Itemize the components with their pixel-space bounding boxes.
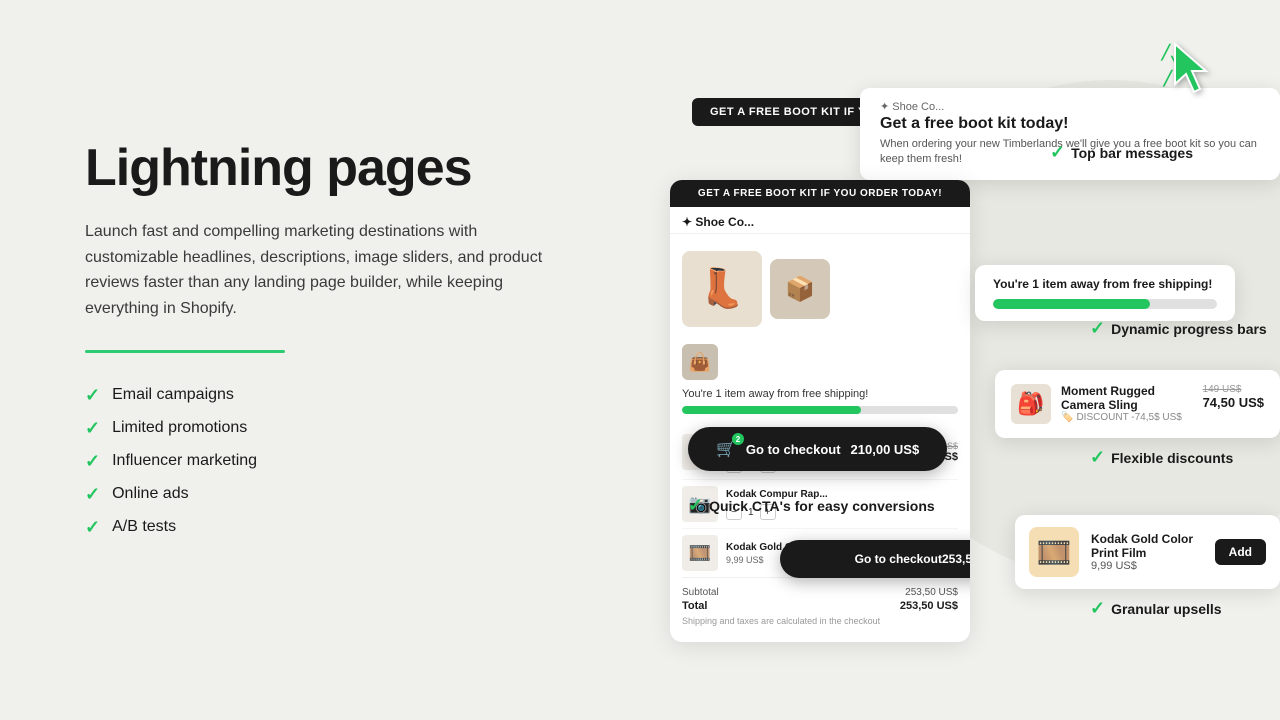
cart-badge: 2	[732, 433, 744, 445]
progress-message: You're 1 item away from free shipping!	[993, 277, 1217, 291]
cart-topbar: GET A FREE BOOT KIT IF YOU ORDER TODAY!	[670, 180, 970, 207]
offer-title: Get a free boot kit today!	[880, 115, 1260, 133]
page-title: Lightning pages	[85, 140, 625, 197]
product-detail-prices: 149 US$ 74,50 US$	[1203, 384, 1264, 410]
upsell-card: 🎞️ Kodak Gold Color Print Film 9,99 US$ …	[1015, 515, 1280, 589]
cart-mockup: GET A FREE BOOT KIT IF YOU ORDER TODAY! …	[670, 180, 970, 642]
cart-progress-bar	[682, 406, 958, 414]
divider	[85, 350, 285, 353]
cart-shipping-message: You're 1 item away from free shipping!	[682, 388, 958, 400]
product-detail-name: Moment Rugged Camera Sling	[1061, 384, 1193, 412]
cart-store-name: ✦ Shoe Co...	[670, 207, 970, 234]
feature-list: ✓ Email campaigns ✓ Limited promotions ✓…	[85, 385, 625, 538]
shipping-note: Shipping and taxes are calculated in the…	[682, 616, 958, 626]
shoe-image-1: 👢	[682, 251, 762, 327]
page-description: Launch fast and compelling marketing des…	[85, 219, 575, 321]
shoe-box-image: 📦	[770, 259, 830, 319]
product-detail-thumbnail: 🎒	[1011, 384, 1051, 424]
product-detail-info: Moment Rugged Camera Sling 🏷️ DISCOUNT -…	[1061, 384, 1193, 423]
floating-checkout-button[interactable]: 🛒 2 Go to checkout 210,00 US$	[688, 427, 947, 471]
label-topbar-messages: ✓ Top bar messages	[1050, 142, 1193, 163]
check-icon: ✓	[85, 484, 100, 505]
list-item: ✓ Limited promotions	[85, 418, 625, 439]
cart-progress-fill	[682, 406, 861, 414]
cart-subtotals: Subtotal 253,50 US$ Total 253,50 US$ Shi…	[682, 577, 958, 632]
check-icon: ✓	[85, 451, 100, 472]
check-icon: ✓	[85, 517, 100, 538]
check-icon: ✓	[1050, 142, 1065, 163]
cart-icon: 🛒 2	[716, 439, 736, 459]
bag-image: 👜	[682, 344, 718, 380]
upsell-thumbnail: 🎞️	[1029, 527, 1079, 577]
check-icon: ✓	[85, 418, 100, 439]
right-mockup: GET A FREE BOOT KIT IF YOU ORDER TODAY! …	[560, 0, 1280, 720]
progress-bar-card: You're 1 item away from free shipping!	[975, 265, 1235, 321]
product-detail-discount: 🏷️ DISCOUNT -74,5$ US$	[1061, 412, 1193, 423]
cart-checkout-button[interactable]: Go to checkout 253,50 US$	[780, 540, 970, 578]
check-icon: ✓	[1090, 598, 1105, 619]
product-detail-content: 🎒 Moment Rugged Camera Sling 🏷️ DISCOUNT…	[1011, 384, 1264, 424]
check-icon: ✓	[85, 385, 100, 406]
label-granular-upsells: ✓ Granular upsells	[1090, 598, 1222, 619]
topbar-white-card: ✦ Shoe Co... Get a free boot kit today! …	[860, 88, 1280, 180]
progress-bar	[993, 299, 1217, 309]
label-dynamic-progress: ✓ Dynamic progress bars	[1090, 318, 1267, 339]
progress-fill	[993, 299, 1150, 309]
label-flexible-discounts: ✓ Flexible discounts	[1090, 447, 1233, 468]
total-row: Total 253,50 US$	[682, 599, 958, 613]
subtotal-row: Subtotal 253,50 US$	[682, 586, 958, 599]
product-thumbnail-kodak: 🎞️	[682, 535, 718, 571]
upsell-info: Kodak Gold Color Print Film 9,99 US$	[1091, 532, 1203, 572]
check-icon: ✓	[1090, 447, 1105, 468]
list-item: ✓ Online ads	[85, 484, 625, 505]
upsell-add-button[interactable]: Add	[1215, 539, 1266, 565]
left-content: Lightning pages Launch fast and compelli…	[85, 140, 625, 538]
checkout-label: Go to checkout	[746, 442, 841, 457]
check-icon: ✓	[1090, 318, 1105, 339]
check-icon: ✓	[688, 495, 703, 516]
upsell-product-price: 9,99 US$	[1091, 560, 1203, 572]
checkout-price: 210,00 US$	[851, 442, 920, 457]
list-item: ✓ Influencer marketing	[85, 451, 625, 472]
list-item: ✓ A/B tests	[85, 517, 625, 538]
list-item: ✓ Email campaigns	[85, 385, 625, 406]
label-quick-cta: ✓ Quick CTA's for easy conversions	[688, 495, 935, 516]
upsell-product-name: Kodak Gold Color Print Film	[1091, 532, 1203, 560]
cursor-icon	[1170, 42, 1215, 102]
product-detail-card: 🎒 Moment Rugged Camera Sling 🏷️ DISCOUNT…	[995, 370, 1280, 438]
